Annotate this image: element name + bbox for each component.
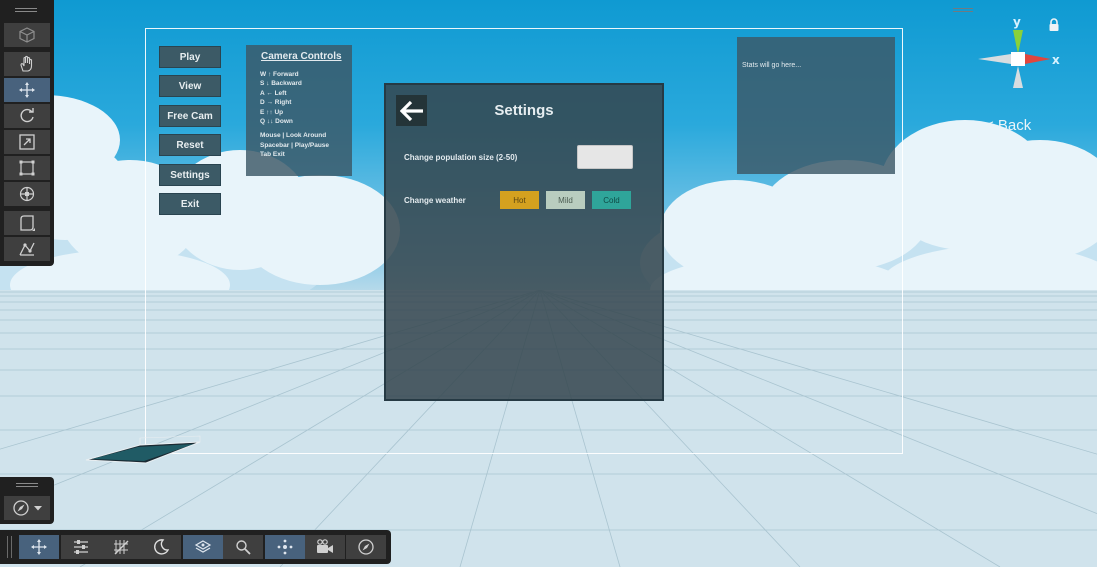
settings-panel: Settings Change population size (2-50) C…: [384, 83, 664, 401]
weather-hot-button[interactable]: Hot: [500, 191, 539, 209]
settings-button[interactable]: Settings: [159, 164, 221, 186]
transform-tool-button[interactable]: [4, 182, 50, 206]
scene-overlay-toolbar: [0, 530, 391, 564]
scene-orientation-gizmo[interactable]: y x: [973, 14, 1063, 104]
compass-icon: [12, 500, 29, 516]
camera-button[interactable]: [305, 535, 345, 559]
camera-mode-dropdown[interactable]: [4, 496, 50, 520]
rect-tool-icon: [19, 160, 35, 176]
population-label: Change population size (2-50): [404, 153, 518, 162]
view-options-icon: [20, 215, 35, 231]
custom-tool-icon: [19, 242, 35, 256]
hand-icon: [20, 55, 33, 72]
exit-button[interactable]: Exit: [159, 193, 221, 215]
camera-mode-overlay: [0, 477, 54, 524]
bottom-toolbar-handle[interactable]: [7, 536, 12, 558]
axis-x-label: x: [1052, 53, 1060, 67]
view-options-button[interactable]: [4, 211, 50, 235]
orientation-button[interactable]: [346, 535, 386, 559]
custom-tool-button[interactable]: [4, 237, 50, 261]
weather-cold-button[interactable]: Cold: [592, 191, 631, 209]
move-tool-button[interactable]: [4, 78, 50, 102]
reset-button[interactable]: Reset: [159, 134, 221, 156]
view-tool-button[interactable]: [4, 23, 50, 47]
free-cam-button[interactable]: Free Cam: [159, 105, 221, 127]
camera-control-line: Q ↓↓ Down: [260, 118, 293, 126]
camera-controls-panel: Camera Controls W ↑ Forward S ↓ Backward…: [246, 45, 352, 176]
camera-control-line: S ↓ Backward: [260, 80, 302, 88]
settings-title: Settings: [494, 102, 554, 119]
camera-control-line: D → Right: [260, 99, 292, 107]
rotate-tool-button[interactable]: [4, 104, 50, 128]
moon-icon: [154, 539, 170, 555]
axis-y-label: y: [1013, 15, 1021, 29]
play-button[interactable]: Play: [159, 46, 221, 68]
toolbar-drag-handle[interactable]: [15, 8, 37, 12]
camera-icon: [317, 539, 333, 553]
sliders-icon: [74, 540, 88, 554]
weather-label: Change weather: [404, 196, 466, 205]
transform-icon: [19, 186, 35, 202]
move-icon: [31, 539, 47, 555]
camera-control-line: E ↑↑ Up: [260, 108, 284, 116]
overlay-drag-handle[interactable]: [16, 483, 38, 487]
camera-control-line: Mouse | Look Around: [260, 132, 327, 140]
points-icon: [277, 539, 293, 555]
layers-icon: [194, 540, 212, 553]
scale-tool-button[interactable]: [4, 130, 50, 154]
weather-mild-button[interactable]: Mild: [546, 191, 585, 209]
lighting-toggle-button[interactable]: [141, 535, 181, 559]
camera-controls-title: Camera Controls: [261, 51, 342, 62]
grid-toggle-button[interactable]: [101, 535, 141, 559]
tools-toolbar: [0, 0, 54, 266]
view-button[interactable]: View: [159, 75, 221, 97]
scene-gizmo-drag-handle[interactable]: [953, 8, 973, 12]
settings-sliders-button[interactable]: [61, 535, 101, 559]
move-mode-button[interactable]: [19, 535, 59, 559]
layers-toggle-button[interactable]: [183, 535, 223, 559]
camera-control-line: W ↑ Forward: [260, 71, 299, 78]
stats-text: Stats will go here...: [742, 62, 802, 69]
camera-control-line: Spacebar | Play/Pause: [260, 141, 330, 149]
gizmo-back-label[interactable]: < Back: [985, 117, 1031, 134]
move-icon: [19, 82, 35, 98]
terrain-object[interactable]: [82, 433, 204, 471]
camera-control-line: A ← Left: [260, 89, 287, 97]
stats-panel: Stats will go here...: [737, 37, 895, 174]
grid-icon: [114, 540, 129, 555]
camera-control-line: Tab Exit: [260, 151, 285, 159]
rect-tool-button[interactable]: [4, 156, 50, 180]
points-toggle-button[interactable]: [265, 535, 305, 559]
rotate-icon: [20, 108, 34, 123]
cube-icon: [19, 27, 35, 43]
compass-icon: [358, 539, 374, 555]
chevron-down-icon: [33, 506, 42, 511]
search-button[interactable]: [223, 535, 263, 559]
search-icon: [236, 540, 251, 555]
scale-icon: [19, 134, 35, 150]
population-size-input[interactable]: [577, 145, 633, 169]
hand-tool-button[interactable]: [4, 52, 50, 76]
